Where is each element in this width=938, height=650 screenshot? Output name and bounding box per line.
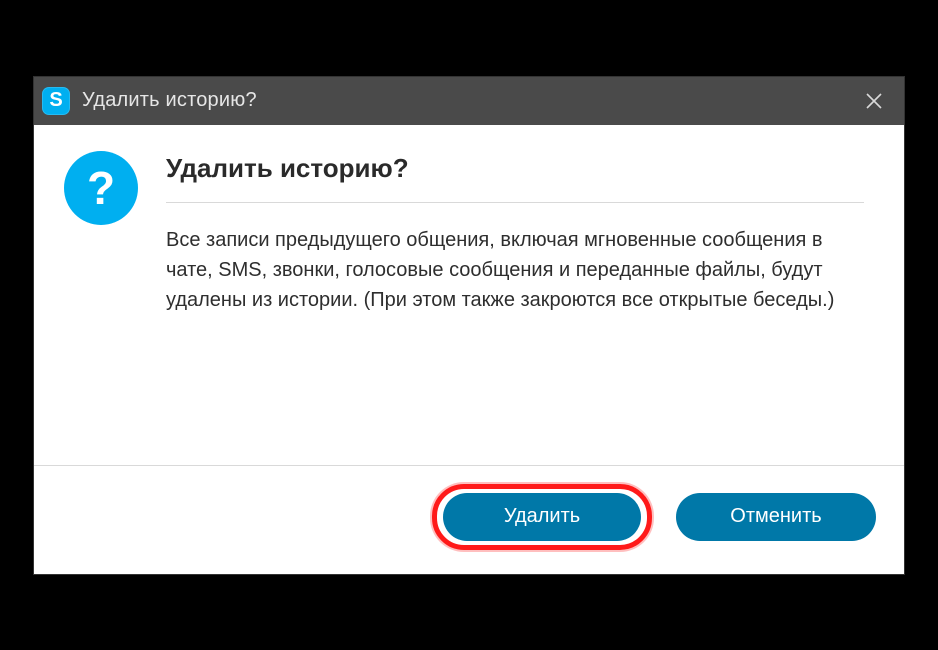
confirm-dialog: S Удалить историю? ? Удалить историю? Вс… [33,76,905,575]
delete-button[interactable]: Удалить [443,493,641,541]
window-title: Удалить историю? [82,89,854,112]
cancel-button[interactable]: Отменить [676,493,876,541]
close-button[interactable] [854,81,894,121]
highlight-annotation: Удалить [432,484,652,550]
dialog-footer: Удалить Отменить [34,465,904,574]
dialog-message: Все записи предыдущего общения, включая … [166,225,864,315]
skype-icon: S [42,87,70,115]
question-icon: ? [64,151,138,225]
dialog-content: Удалить историю? Все записи предыдущего … [166,151,874,455]
close-icon [865,92,883,110]
dialog-body: ? Удалить историю? Все записи предыдущег… [34,125,904,465]
titlebar: S Удалить историю? [34,77,904,125]
dialog-heading: Удалить историю? [166,153,864,203]
